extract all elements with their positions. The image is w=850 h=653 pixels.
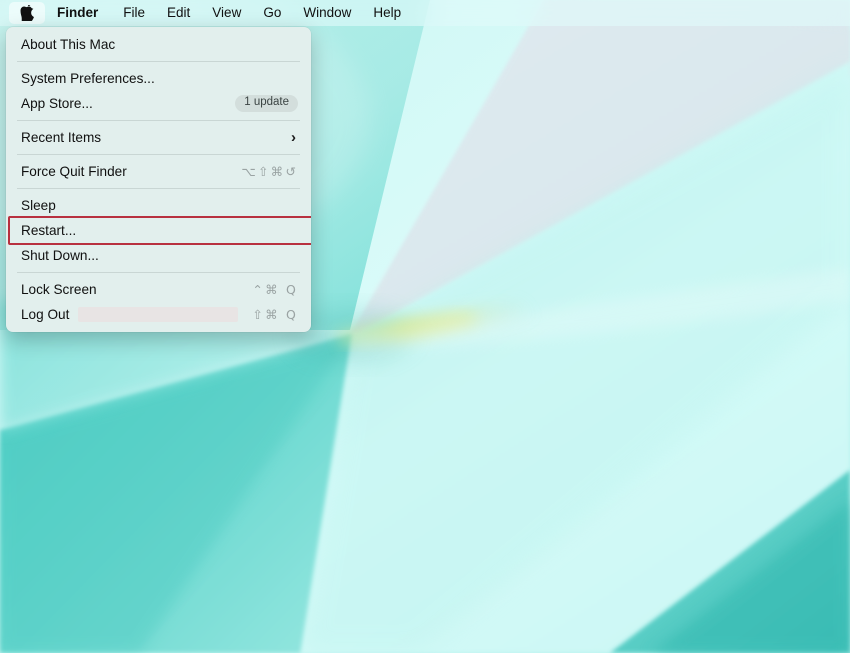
menu-item-force-quit-finder[interactable]: Force Quit Finder ⌥⇧⌘↺	[6, 159, 311, 184]
menu-item-label: Log Out	[21, 307, 70, 322]
menu-item-shut-down[interactable]: Shut Down...	[6, 243, 311, 268]
menu-item-app-store[interactable]: App Store... 1 update	[6, 91, 311, 116]
app-store-update-badge: 1 update	[235, 95, 298, 112]
menubar-item-window[interactable]: Window	[292, 0, 362, 26]
menu-item-label: Recent Items	[21, 130, 102, 145]
menu-bar: Finder File Edit View Go Window Help	[0, 0, 850, 26]
menu-separator	[17, 120, 300, 121]
menu-item-label: Force Quit Finder	[21, 164, 127, 179]
redacted-username	[78, 307, 239, 322]
menu-item-shortcut: ⇧⌘ Q	[252, 307, 298, 322]
apple-dropdown-menu: About This Mac System Preferences... App…	[6, 27, 311, 332]
menu-item-recent-items[interactable]: Recent Items ›	[6, 125, 311, 150]
menu-item-system-preferences[interactable]: System Preferences...	[6, 66, 311, 91]
menubar-item-go[interactable]: Go	[252, 0, 292, 26]
menu-item-label: Restart...	[21, 223, 77, 238]
apple-logo-icon	[20, 5, 34, 21]
menu-item-label: Sleep	[21, 198, 56, 213]
menu-item-lock-screen[interactable]: Lock Screen ⌃⌘ Q	[6, 277, 311, 302]
menu-item-label: About This Mac	[21, 37, 116, 52]
menu-item-label: App Store...	[21, 96, 93, 111]
menubar-item-view[interactable]: View	[201, 0, 252, 26]
menu-separator	[17, 272, 300, 273]
chevron-right-icon: ›	[291, 129, 296, 146]
menu-item-about-this-mac[interactable]: About This Mac	[6, 32, 311, 57]
menu-item-shortcut: ⌥⇧⌘↺	[241, 164, 298, 179]
menu-item-label: Lock Screen	[21, 282, 97, 297]
menu-item-sleep[interactable]: Sleep	[6, 193, 311, 218]
menu-item-shortcut: ⌃⌘ Q	[252, 282, 298, 297]
menu-separator	[17, 61, 300, 62]
menubar-item-finder[interactable]: Finder	[45, 0, 112, 26]
menubar-item-file[interactable]: File	[112, 0, 156, 26]
desktop-screen: Finder File Edit View Go Window Help Abo…	[0, 0, 850, 653]
menu-item-restart[interactable]: Restart...	[6, 216, 311, 245]
menubar-item-edit[interactable]: Edit	[156, 0, 201, 26]
menu-separator	[17, 154, 300, 155]
menu-item-label: System Preferences...	[21, 71, 155, 86]
apple-menu-button[interactable]	[9, 2, 45, 24]
menu-separator	[17, 188, 300, 189]
menubar-item-help[interactable]: Help	[362, 0, 412, 26]
menu-item-label: Shut Down...	[21, 248, 99, 263]
menu-item-log-out[interactable]: Log Out ⇧⌘ Q	[6, 302, 311, 327]
